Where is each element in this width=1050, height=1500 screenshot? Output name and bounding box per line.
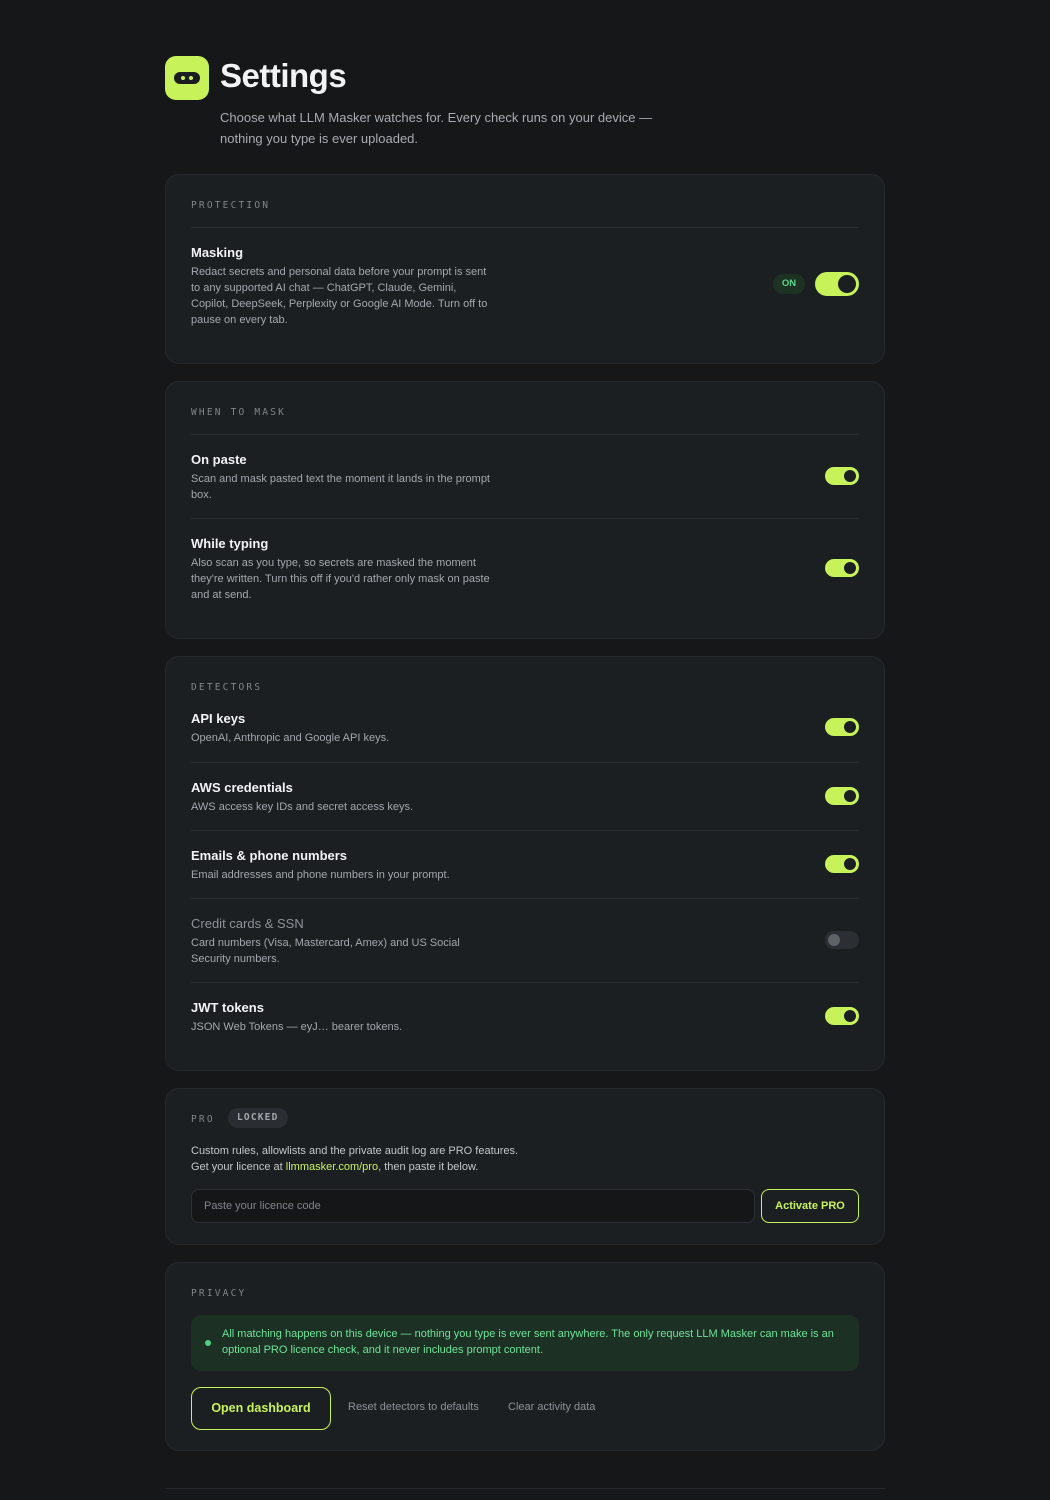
divider: [191, 762, 859, 763]
api-keys-title: API keys: [191, 711, 246, 726]
while-typing-row: While typing Also scan as you type, so s…: [191, 535, 859, 603]
while-typing-toggle[interactable]: [825, 559, 859, 577]
toggle-knob: [828, 934, 840, 946]
pro-text-line-1: Custom rules, allowlists and the private…: [191, 1145, 519, 1157]
open-dashboard-button[interactable]: Open dashboard: [191, 1387, 331, 1430]
emails-phones-toggle[interactable]: [825, 855, 859, 873]
reset-detectors-button[interactable]: Reset detectors to defaults: [348, 1401, 479, 1413]
pro-text-line-2: Get your licence at llmmasker.com/pro, t…: [191, 1159, 518, 1175]
section-label-privacy: PRIVACY: [191, 1288, 247, 1299]
masking-status-badge: ON: [773, 274, 805, 294]
licence-code-input[interactable]: [191, 1189, 755, 1223]
protection-card: PROTECTION Masking Redact secrets and pe…: [165, 174, 885, 364]
while-typing-description: Also scan as you type, so secrets are ma…: [191, 557, 490, 601]
pro-card: PRO LOCKED Custom rules, allowlists and …: [165, 1088, 885, 1245]
aws-credentials-toggle[interactable]: [825, 787, 859, 805]
divider: [191, 982, 859, 983]
api-keys-toggle[interactable]: [825, 718, 859, 736]
jwt-tokens-description: JSON Web Tokens — eyJ… bearer tokens.: [191, 1021, 403, 1033]
jwt-tokens-toggle[interactable]: [825, 1007, 859, 1025]
credit-cards-toggle[interactable]: [825, 931, 859, 949]
divider: [191, 227, 859, 228]
toggle-knob: [844, 562, 856, 574]
toggle-knob: [844, 721, 856, 733]
divider: [191, 830, 859, 831]
section-label-protection: PROTECTION: [191, 200, 271, 211]
while-typing-title: While typing: [191, 536, 269, 551]
toggle-knob: [844, 470, 856, 482]
privacy-card: PRIVACY All matching happens on this dev…: [165, 1262, 885, 1451]
detector-row-aws: AWS credentials AWS access key IDs and s…: [191, 779, 859, 815]
toggle-knob: [844, 858, 856, 870]
status-dot-icon: [205, 1340, 211, 1346]
jwt-tokens-title: JWT tokens: [191, 1000, 264, 1015]
activate-pro-button[interactable]: Activate PRO: [761, 1189, 859, 1223]
masking-toggle[interactable]: [815, 272, 859, 296]
locked-badge: LOCKED: [228, 1108, 288, 1128]
aws-credentials-description: AWS access key IDs and secret access key…: [191, 801, 414, 813]
page-title: Settings: [220, 57, 347, 94]
page-subtitle: Choose what LLM Masker watches for. Ever…: [220, 110, 653, 146]
on-paste-row: On paste Scan and mask pasted text the m…: [191, 451, 859, 503]
toggle-knob: [844, 1010, 856, 1022]
divider: [191, 898, 859, 899]
emails-phones-description: Email addresses and phone numbers in you…: [191, 869, 450, 881]
llm-masker-logo-icon: [165, 56, 209, 100]
section-label-when-to-mask: WHEN TO MASK: [191, 407, 287, 418]
clear-activity-button[interactable]: Clear activity data: [508, 1401, 595, 1413]
privacy-note: All matching happens on this device — no…: [191, 1315, 859, 1371]
on-paste-title: On paste: [191, 452, 247, 467]
aws-credentials-title: AWS credentials: [191, 780, 293, 795]
divider: [191, 434, 859, 435]
detector-row-api-keys: API keys OpenAI, Anthropic and Google AP…: [191, 710, 859, 746]
section-label-pro: PRO: [191, 1114, 215, 1125]
detector-row-jwt: JWT tokens JSON Web Tokens — eyJ… bearer…: [191, 999, 859, 1035]
when-to-mask-card: WHEN TO MASK On paste Scan and mask past…: [165, 381, 885, 639]
credit-cards-title: Credit cards & SSN: [191, 916, 304, 931]
on-paste-toggle[interactable]: [825, 467, 859, 485]
privacy-note-text: All matching happens on this device — no…: [222, 1328, 834, 1356]
pro-text-suffix: , then paste it below.: [378, 1161, 479, 1173]
pro-description: Custom rules, allowlists and the private…: [191, 1143, 518, 1175]
masking-row: Masking Redact secrets and personal data…: [191, 244, 859, 328]
toggle-knob: [838, 275, 856, 293]
pro-licence-link[interactable]: llmmasker.com/pro: [286, 1161, 378, 1173]
settings-page: Settings Choose what LLM Masker watches …: [165, 0, 885, 1489]
detector-row-emails-phones: Emails & phone numbers Email addresses a…: [191, 847, 859, 883]
on-paste-description: Scan and mask pasted text the moment it …: [191, 473, 490, 501]
credit-cards-description: Card numbers (Visa, Mastercard, Amex) an…: [191, 937, 460, 965]
section-label-detectors: DETECTORS: [191, 682, 263, 693]
api-keys-description: OpenAI, Anthropic and Google API keys.: [191, 732, 390, 744]
toggle-knob: [844, 790, 856, 802]
divider: [191, 518, 859, 519]
pro-text-prefix: Get your licence at: [191, 1161, 286, 1173]
masking-description: Redact secrets and personal data before …: [191, 266, 488, 326]
detector-row-credit-cards: Credit cards & SSN Card numbers (Visa, M…: [191, 915, 859, 967]
footer-divider: [165, 1488, 885, 1489]
page-header: Settings Choose what LLM Masker watches …: [165, 0, 885, 174]
masking-title: Masking: [191, 245, 244, 260]
detectors-card: DETECTORS API keys OpenAI, Anthropic and…: [165, 656, 885, 1071]
emails-phones-title: Emails & phone numbers: [191, 848, 348, 863]
